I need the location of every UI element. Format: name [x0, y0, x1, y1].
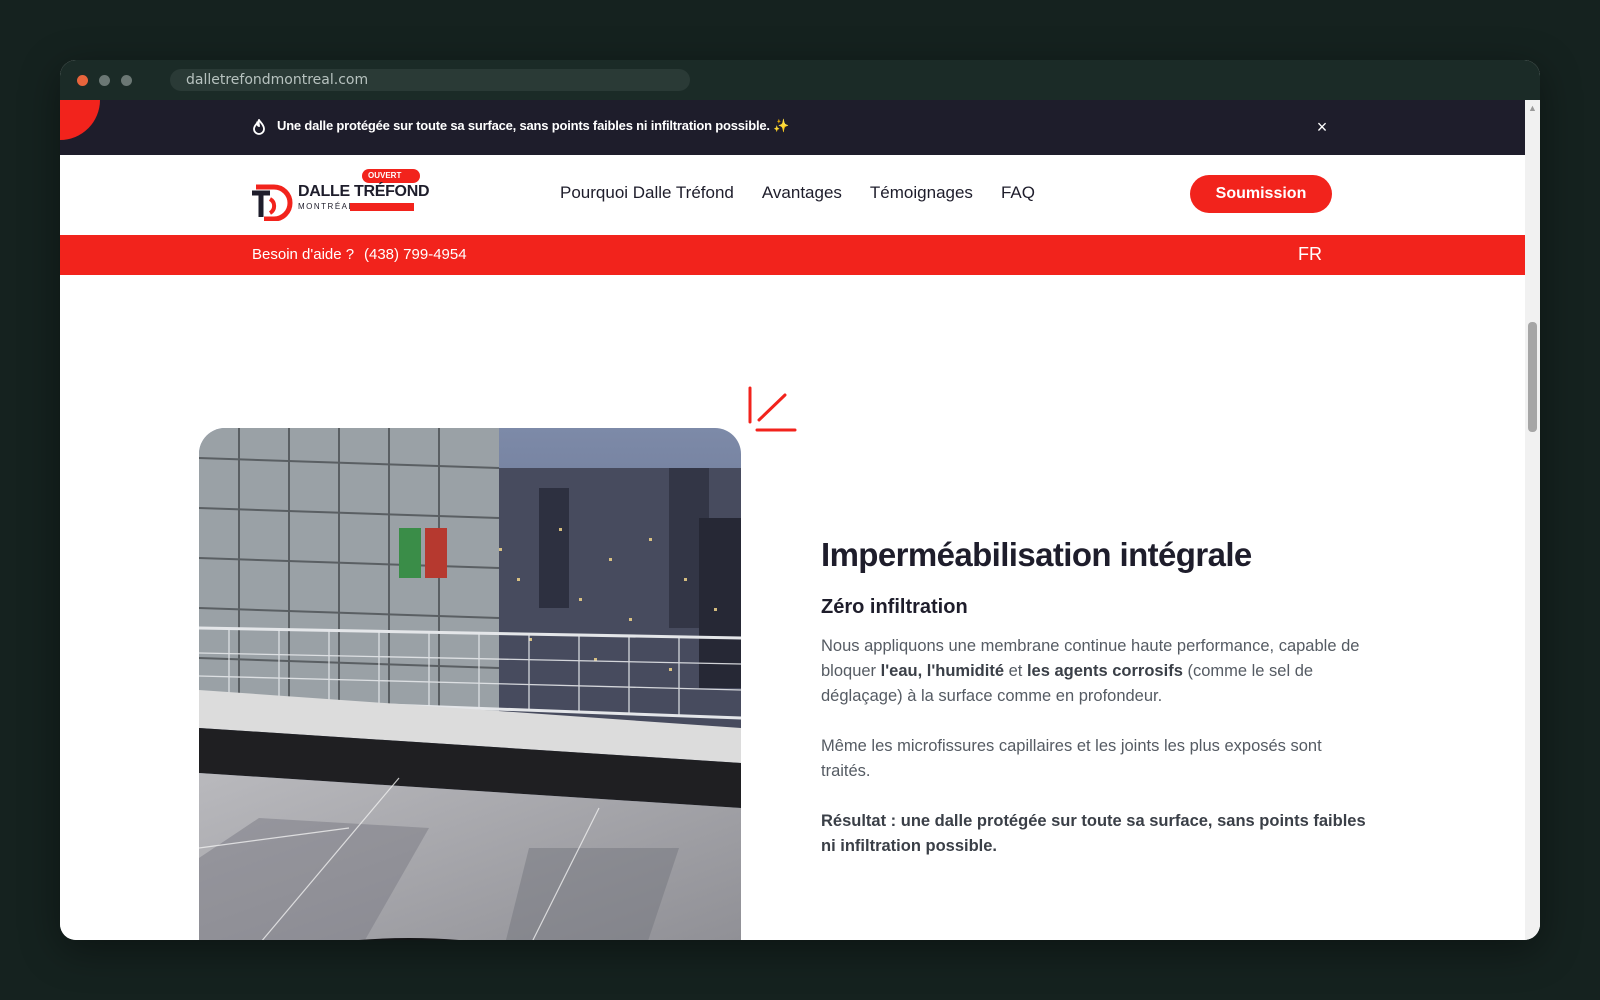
nav-link-avantages[interactable]: Avantages [762, 183, 842, 203]
maximize-window-button[interactable] [121, 75, 132, 86]
announcement-message: Une dalle protégée sur toute sa surface,… [277, 118, 790, 133]
rooftop-slab-photo [199, 428, 741, 940]
nav-link-faq[interactable]: FAQ [1001, 183, 1035, 203]
main-nav: Pourquoi Dalle Tréfond Avantages Témoign… [560, 183, 1035, 203]
site-logo[interactable]: OUVERT 24/7 DALLE TRÉFOND MONTRÉAL [250, 169, 430, 221]
sparkle-accent-icon [748, 386, 797, 432]
nav-link-pourquoi[interactable]: Pourquoi Dalle Tréfond [560, 183, 734, 203]
logo-city: MONTRÉAL [298, 202, 355, 211]
soumission-button[interactable]: Soumission [1190, 175, 1332, 213]
section-title: Imperméabilisation intégrale [821, 536, 1252, 573]
feature-text-block: Imperméabilisation intégrale Zéro infilt… [821, 536, 1371, 859]
paragraph-microfissures: Même les microfissures capillaires et le… [821, 737, 1322, 780]
logo-name: DALLE TRÉFOND [298, 183, 430, 200]
browser-window: dalletrefondmontreal.com Une dalle proté… [60, 60, 1540, 940]
decorative-corner [60, 100, 100, 140]
logo-mark-icon [252, 184, 293, 221]
paragraph-membrane: Nous appliquons une membrane continue ha… [821, 637, 1360, 705]
site-header: OUVERT 24/7 DALLE TRÉFOND MONTRÉAL Pourq… [60, 155, 1525, 235]
announcement-bar: Une dalle protégée sur toute sa surface,… [60, 100, 1525, 155]
page-viewport: Une dalle protégée sur toute sa surface,… [60, 100, 1540, 940]
nav-link-temoignages[interactable]: Témoignages [870, 183, 973, 203]
rooftop-photo-illustration [199, 428, 741, 940]
browser-titlebar: dalletrefondmontreal.com [60, 60, 1540, 100]
section-subtitle: Zéro infiltration [821, 596, 968, 618]
help-bar: Besoin d'aide ? (438) 799-4954 FR [60, 235, 1525, 275]
help-label: Besoin d'aide ? [252, 246, 355, 263]
flame-icon [253, 119, 265, 135]
close-announcement-icon[interactable]: × [1312, 115, 1332, 139]
close-window-button[interactable] [77, 75, 88, 86]
page-scrollbar[interactable]: ▲ [1525, 100, 1540, 940]
scroll-up-arrow-icon[interactable]: ▲ [1528, 103, 1537, 113]
open-24-7-badge: OUVERT 24/7 [362, 169, 420, 194]
address-bar[interactable]: dalletrefondmontreal.com [170, 69, 690, 91]
phone-link[interactable]: (438) 799-4954 [364, 246, 467, 263]
logo-tagline-bar [350, 203, 414, 211]
minimize-window-button[interactable] [99, 75, 110, 86]
scrollbar-thumb[interactable] [1528, 322, 1537, 432]
paragraph-resultat: Résultat : une dalle protégée sur toute … [821, 812, 1366, 855]
language-switcher[interactable]: FR [1298, 244, 1322, 265]
